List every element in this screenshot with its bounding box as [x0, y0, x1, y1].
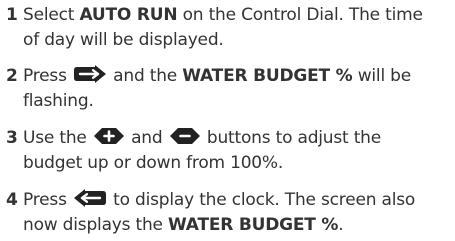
- right-arrow-button-icon: [73, 65, 107, 83]
- minus-button-icon: [169, 127, 201, 145]
- step-4: 4 Press to display the clock. The screen …: [6, 189, 416, 235]
- step-number: 4: [6, 190, 18, 210]
- step-number: 1: [6, 5, 18, 25]
- step-3: 3 Use the and buttons to adjust the budge…: [6, 127, 382, 173]
- water-budget-label: WATER BUDGET %: [168, 215, 339, 235]
- step-number: 2: [6, 66, 18, 86]
- step-number: 3: [6, 128, 18, 148]
- left-arrow-button-icon: [73, 189, 107, 207]
- step-2: 2 Press and the WATER BUDGET % will be fl…: [6, 65, 412, 111]
- auto-run-label: AUTO RUN: [79, 5, 178, 25]
- step-1: 1 Select AUTO RUN on the Control Dial. Th…: [6, 5, 423, 50]
- plus-button-icon: [93, 127, 125, 145]
- water-budget-label: WATER BUDGET %: [182, 66, 353, 86]
- instruction-list: 1 Select AUTO RUN on the Control Dial. Th…: [0, 0, 455, 241]
